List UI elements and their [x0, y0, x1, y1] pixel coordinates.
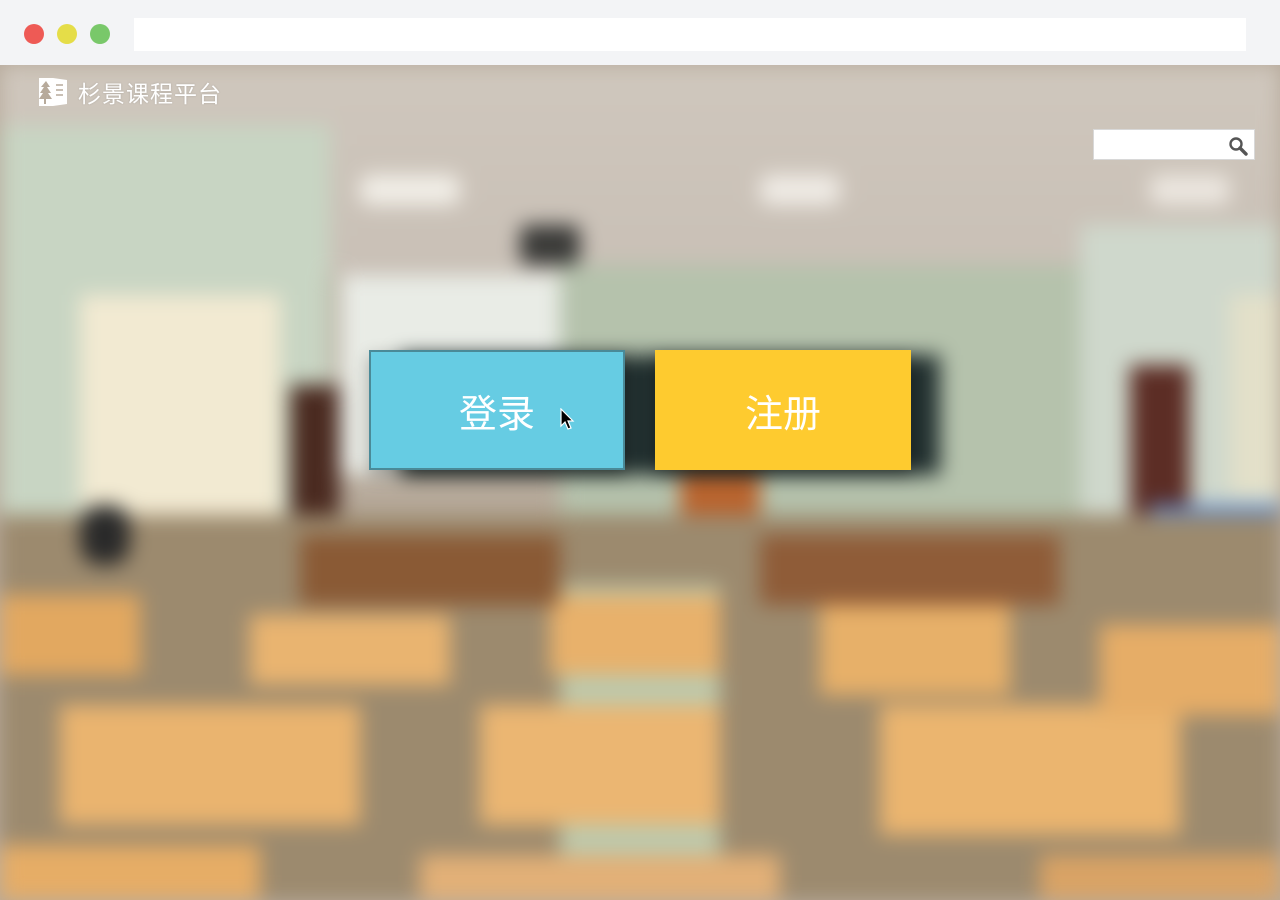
register-button[interactable]: 注册 [655, 350, 911, 470]
classroom-background-image [0, 65, 1280, 900]
maximize-window-icon[interactable] [90, 24, 110, 44]
landing-page: 杉景课程平台 登录 注册 [0, 65, 1280, 900]
browser-chrome [0, 0, 1280, 65]
browser-window: 杉景课程平台 登录 注册 [0, 0, 1280, 900]
brand-name: 杉景课程平台 [78, 82, 222, 108]
tree-book-logo-icon [39, 78, 67, 106]
search-input[interactable] [1094, 130, 1224, 159]
login-button[interactable]: 登录 [369, 350, 625, 470]
search-box [1093, 129, 1255, 160]
minimize-window-icon[interactable] [57, 24, 77, 44]
mouse-cursor-icon [560, 408, 575, 430]
search-icon[interactable] [1228, 136, 1248, 156]
register-button-label: 注册 [744, 391, 821, 436]
brand[interactable]: 杉景课程平台 [38, 75, 222, 109]
address-bar[interactable] [134, 18, 1246, 51]
login-button-label: 登录 [458, 391, 535, 436]
close-window-icon[interactable] [24, 24, 44, 44]
